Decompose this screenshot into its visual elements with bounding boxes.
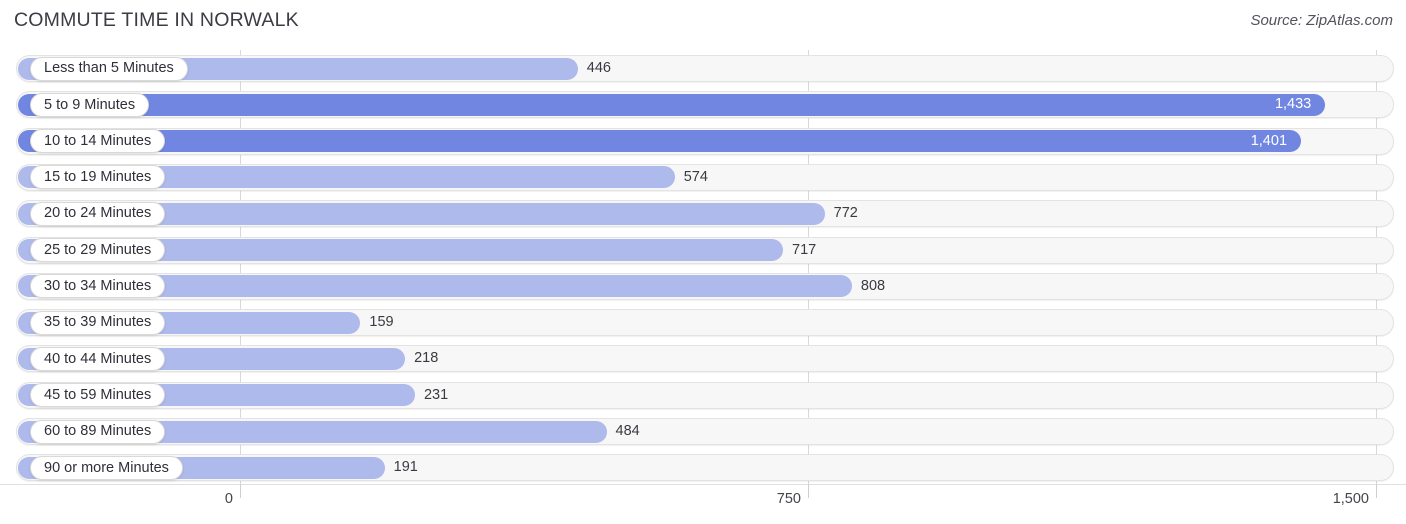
category-label-pill[interactable]: 5 to 9 Minutes (30, 92, 150, 117)
category-label: 10 to 14 Minutes (44, 132, 152, 149)
category-label: 20 to 24 Minutes (44, 205, 152, 222)
bar-row[interactable]: 1,433 5 to 9 Minutes (0, 89, 1406, 121)
bar-value-label: 717 (792, 241, 817, 258)
bar-row[interactable]: 159 35 to 39 Minutes (0, 307, 1406, 339)
category-label: 5 to 9 Minutes (44, 96, 136, 113)
axis-tick-mark (240, 484, 241, 498)
bar-row[interactable]: 1,401 10 to 14 Minutes (0, 126, 1406, 158)
category-label: 30 to 34 Minutes (44, 278, 152, 295)
category-label-pill[interactable]: Less than 5 Minutes (30, 56, 188, 81)
bar-value-label: 191 (393, 459, 418, 476)
category-label: 60 to 89 Minutes (44, 423, 152, 440)
source-attribution: Source: ZipAtlas.com (1250, 12, 1393, 29)
category-label: 40 to 44 Minutes (44, 350, 152, 367)
bar-row[interactable]: 218 40 to 44 Minutes (0, 343, 1406, 375)
bar-row[interactable]: 446 Less than 5 Minutes (0, 53, 1406, 85)
category-label-pill[interactable]: 30 to 34 Minutes (30, 274, 166, 299)
category-label-pill[interactable]: 10 to 14 Minutes (30, 129, 166, 154)
bar-value-label: 231 (423, 386, 449, 403)
bar[interactable] (18, 93, 1326, 116)
axis-tick-label: 750 (776, 491, 801, 507)
category-label-pill[interactable]: 45 to 59 Minutes (30, 383, 166, 408)
bar-value-label: 218 (414, 350, 439, 367)
commute-time-bar-chart: COMMUTE TIME IN NORWALK Source: ZipAtlas… (0, 0, 1406, 524)
bar-row[interactable]: 772 20 to 24 Minutes (0, 198, 1406, 230)
category-label-pill[interactable]: 60 to 89 Minutes (30, 419, 166, 444)
axis-tick-label: 0 (224, 491, 233, 507)
plot-area: 446 Less than 5 Minutes 1,433 5 to 9 Minute… (0, 50, 1406, 486)
category-label: Less than 5 Minutes (44, 60, 174, 77)
bar-row[interactable]: 231 45 to 59 Minutes (0, 380, 1406, 412)
bar-value-label: 159 (369, 314, 394, 331)
bar-row[interactable]: 484 60 to 89 Minutes (0, 416, 1406, 448)
bar-value-label: 574 (683, 168, 708, 185)
bar-value-label: 446 (586, 60, 611, 76)
category-label: 25 to 29 Minutes (44, 241, 152, 258)
category-label: 35 to 39 Minutes (44, 314, 152, 331)
bar-row[interactable]: 191 90 or more Minutes (0, 452, 1406, 484)
bar-value-label: 484 (615, 423, 640, 439)
bar-row[interactable]: 808 30 to 34 Minutes (0, 271, 1406, 303)
axis-tick-mark (1376, 484, 1377, 498)
x-axis: 0 750 1,500 (0, 484, 1406, 524)
axis-line (0, 484, 1406, 485)
category-label: 15 to 19 Minutes (44, 169, 152, 186)
bar[interactable] (18, 130, 1302, 153)
category-label-pill[interactable]: 40 to 44 Minutes (30, 346, 166, 371)
category-label-pill[interactable]: 35 to 39 Minutes (30, 310, 166, 335)
category-label-pill[interactable]: 25 to 29 Minutes (30, 238, 166, 262)
bar-value-label: 1,433 (1274, 96, 1312, 113)
bar-row[interactable]: 717 25 to 29 Minutes (0, 235, 1406, 267)
page-title: COMMUTE TIME IN NORWALK (14, 9, 299, 31)
category-label: 90 or more Minutes (44, 459, 169, 476)
category-label: 45 to 59 Minutes (44, 386, 152, 403)
bar-value-label: 772 (833, 205, 858, 222)
axis-tick-mark (808, 484, 809, 498)
category-label-pill[interactable]: 15 to 19 Minutes (30, 165, 166, 190)
bar-row[interactable]: 574 15 to 19 Minutes (0, 162, 1406, 194)
category-label-pill[interactable]: 20 to 24 Minutes (30, 201, 166, 226)
axis-tick-label: 1,500 (1332, 491, 1369, 507)
bar-value-label: 808 (860, 277, 886, 294)
bar-value-label: 1,401 (1250, 132, 1288, 149)
category-label-pill[interactable]: 90 or more Minutes (30, 455, 183, 480)
